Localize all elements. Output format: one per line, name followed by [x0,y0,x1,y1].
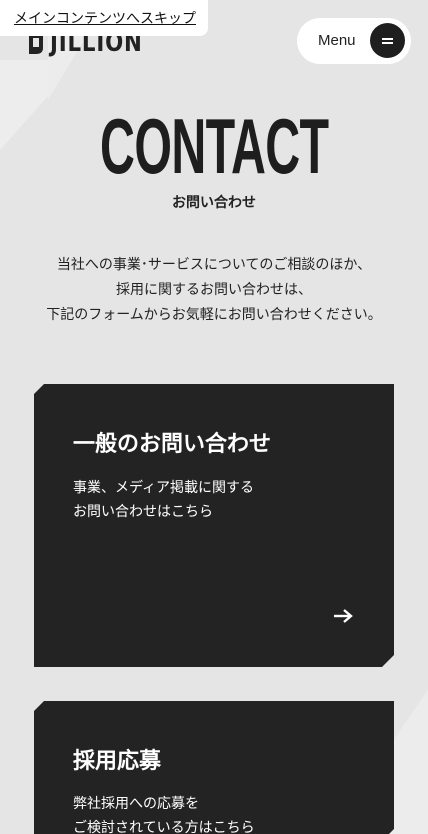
card-description: 弊社採用への応募を ご検討されている方はこちら [73,792,255,834]
card-description-line: お問い合わせはこちら [73,504,213,520]
card-description-line: 弊社採用への応募を [73,796,199,812]
background-decoration [388,690,428,834]
arrow-right-icon [332,608,354,624]
card-title: 一般のお問い合わせ [73,432,272,457]
hamburger-icon [370,23,405,58]
intro-line: 下記のフォームからお気軽にお問い合わせください。 [46,307,382,323]
general-inquiry-card[interactable]: 一般のお問い合わせ 事業、メディア掲載に関する お問い合わせはこちら [34,384,394,667]
page-title: CONTACT [99,102,329,190]
card-title: 採用応募 [73,749,162,774]
card-description-line: 事業、メディア掲載に関する [73,480,255,496]
intro-line: 採用に関するお問い合わせは、 [116,282,312,298]
intro-text: 当社への事業･サービスについてのご相談のほか、 採用に関するお問い合わせは、 下… [0,253,428,328]
intro-line: 当社への事業･サービスについてのご相談のほか、 [56,257,372,273]
card-description-line: ご検討されている方はこちら [73,820,255,834]
menu-button[interactable]: Menu [297,18,411,64]
skip-to-content-link[interactable]: メインコンテンツへスキップ [0,0,208,36]
card-description: 事業、メディア掲載に関する お問い合わせはこちら [73,476,254,524]
page-subtitle: お問い合わせ [172,195,256,211]
recruitment-card[interactable]: 採用応募 弊社採用への応募を ご検討されている方はこちら [34,701,394,834]
menu-label: Menu [318,32,356,49]
